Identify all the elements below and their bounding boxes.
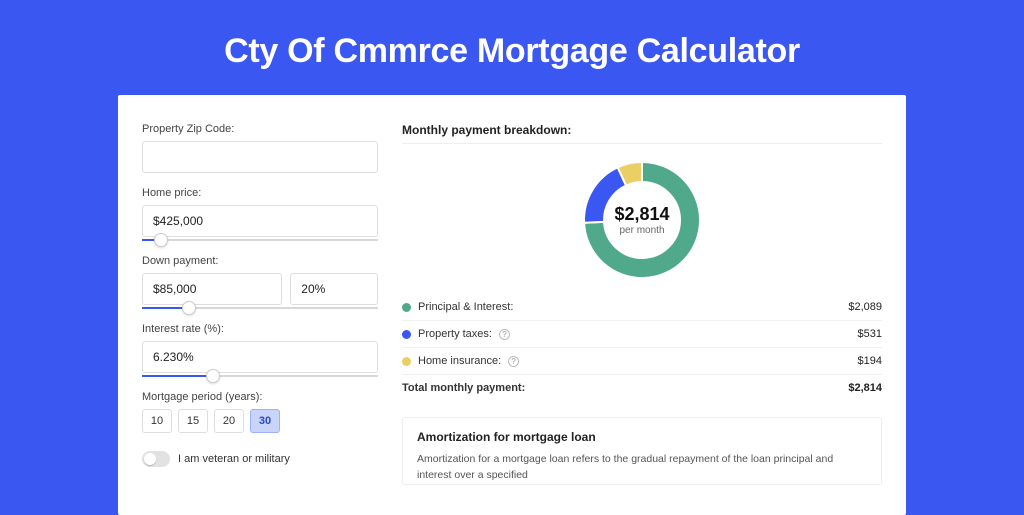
legend-value: $531 [858, 328, 882, 340]
legend-row: Property taxes:? $531 [402, 320, 882, 347]
legend-row: Principal & Interest: $2,089 [402, 294, 882, 320]
legend-list: Principal & Interest: $2,089 Property taxe… [402, 294, 882, 374]
interest-row: Interest rate (%): [142, 323, 378, 377]
toggle-knob [144, 453, 156, 465]
home-price-label: Home price: [142, 187, 378, 199]
amortization-text: Amortization for a mortgage loan refers … [417, 452, 867, 484]
legend-value: $194 [858, 355, 882, 367]
zip-label: Property Zip Code: [142, 123, 378, 135]
down-payment-row: Down payment: [142, 255, 378, 309]
total-value: $2,814 [848, 382, 882, 394]
period-button-20[interactable]: 20 [214, 409, 244, 433]
legend-label: Principal & Interest: [418, 301, 513, 313]
home-price-row: Home price: [142, 187, 378, 241]
legend-label: Home insurance: [418, 355, 501, 367]
down-payment-label: Down payment: [142, 255, 378, 267]
home-price-slider[interactable] [142, 239, 378, 241]
period-button-30[interactable]: 30 [250, 409, 280, 433]
veteran-row: I am veteran or military [142, 451, 378, 467]
period-button-10[interactable]: 10 [142, 409, 172, 433]
down-payment-slider[interactable] [142, 307, 378, 309]
period-row: Mortgage period (years): 10152030 [142, 391, 378, 433]
donut-chart: $2,814 per month [402, 144, 882, 294]
legend-label: Property taxes: [418, 328, 492, 340]
blue-dot-icon [402, 330, 411, 339]
legend-value: $2,089 [848, 301, 882, 313]
input-panel: Property Zip Code: Home price: Down paym… [142, 123, 378, 515]
yellow-dot-icon [402, 357, 411, 366]
amortization-title: Amortization for mortgage loan [417, 430, 867, 444]
period-label: Mortgage period (years): [142, 391, 378, 403]
legend-row: Home insurance:? $194 [402, 347, 882, 374]
help-icon[interactable]: ? [499, 329, 510, 340]
slider-thumb[interactable] [154, 233, 168, 247]
total-row: Total monthly payment: $2,814 [402, 374, 882, 401]
home-price-input[interactable] [142, 205, 378, 237]
calculator-card: Property Zip Code: Home price: Down paym… [118, 95, 906, 515]
slider-thumb[interactable] [206, 369, 220, 383]
breakdown-panel: Monthly payment breakdown: $2,814 per mo… [402, 123, 882, 515]
veteran-toggle[interactable] [142, 451, 170, 467]
period-buttons: 10152030 [142, 409, 378, 433]
interest-input[interactable] [142, 341, 378, 373]
help-icon[interactable]: ? [508, 356, 519, 367]
zip-input[interactable] [142, 141, 378, 173]
zip-row: Property Zip Code: [142, 123, 378, 173]
donut-sub: per month [619, 225, 664, 236]
green-dot-icon [402, 303, 411, 312]
veteran-label: I am veteran or military [178, 453, 290, 465]
total-label: Total monthly payment: [402, 382, 525, 394]
slider-thumb[interactable] [182, 301, 196, 315]
page-title: Cty Of Cmmrce Mortgage Calculator [0, 0, 1024, 95]
donut-amount: $2,814 [614, 204, 669, 225]
interest-slider[interactable] [142, 375, 378, 377]
interest-label: Interest rate (%): [142, 323, 378, 335]
down-payment-amount-input[interactable] [142, 273, 282, 305]
breakdown-header: Monthly payment breakdown: [402, 123, 882, 144]
down-payment-percent-input[interactable] [290, 273, 378, 305]
period-button-15[interactable]: 15 [178, 409, 208, 433]
amortization-box: Amortization for mortgage loan Amortizat… [402, 417, 882, 485]
